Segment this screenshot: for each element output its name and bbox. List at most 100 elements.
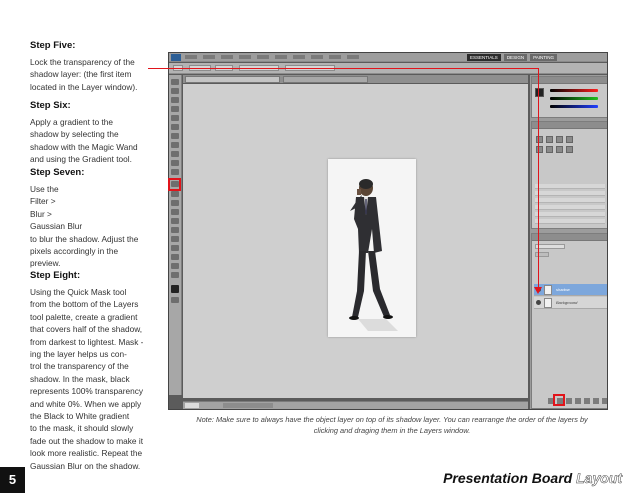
blend-mode-dropdown[interactable] <box>535 244 565 249</box>
hand-tool-icon[interactable] <box>171 263 179 269</box>
lasso-tool-icon[interactable] <box>171 97 179 103</box>
3d-rotate-tool-icon[interactable] <box>171 245 179 251</box>
color-balance-icon[interactable] <box>556 146 563 153</box>
type-tool-icon[interactable] <box>171 218 179 224</box>
new-layer-icon[interactable] <box>593 398 599 404</box>
menu-item[interactable] <box>239 55 251 59</box>
quick-mask-icon[interactable] <box>171 297 179 303</box>
step-title: Step Eight: <box>30 270 81 281</box>
layer-thumbnail <box>544 298 552 308</box>
document-tabs <box>183 75 528 83</box>
document-tab[interactable] <box>283 76 368 83</box>
photoshop-logo <box>171 54 181 61</box>
panel-header[interactable] <box>532 77 607 84</box>
step-text: Lock the transparency of the shadow laye… <box>30 57 138 92</box>
page-number: 5 <box>0 467 25 493</box>
step-text: Apply a gradient to the shadow by select… <box>30 117 138 165</box>
menu-item[interactable] <box>185 55 197 59</box>
layer-thumbnail <box>544 285 552 295</box>
arrow-down-icon <box>534 287 542 294</box>
note-text: Note: Make sure to always have the objec… <box>196 415 588 435</box>
tools-panel <box>169 75 182 395</box>
curves-icon[interactable] <box>556 136 563 143</box>
layers-panel: shadow Background <box>531 233 607 409</box>
path-selection-tool-icon[interactable] <box>171 227 179 233</box>
footer-title-faded: Layout <box>576 470 622 487</box>
black-white-icon[interactable] <box>566 146 573 153</box>
adjustments-panel <box>531 121 607 229</box>
zoom-level-field[interactable] <box>185 403 199 408</box>
healing-brush-tool-icon[interactable] <box>171 133 179 139</box>
layer-row-shadow[interactable]: shadow <box>534 284 607 296</box>
adjustment-layer-icon[interactable] <box>575 398 581 404</box>
eraser-tool-icon[interactable] <box>171 169 179 175</box>
menu-item[interactable] <box>347 55 359 59</box>
green-slider[interactable] <box>550 97 598 100</box>
callout-line <box>148 68 538 69</box>
menu-item[interactable] <box>311 55 323 59</box>
add-mask-icon[interactable] <box>566 398 572 404</box>
new-group-icon[interactable] <box>584 398 590 404</box>
shape-tool-icon[interactable] <box>171 236 179 242</box>
zoom-tool-icon[interactable] <box>171 272 179 278</box>
workspace-design[interactable]: DESIGN <box>503 54 528 61</box>
adjustment-preset[interactable] <box>535 212 605 217</box>
photoshop-screenshot: ESSENTIALS DESIGN PAINTING shadow Backgr… <box>168 52 608 410</box>
layer-row-background[interactable]: Background <box>534 297 607 309</box>
exposure-icon[interactable] <box>566 136 573 143</box>
pen-tool-icon[interactable] <box>171 209 179 215</box>
menu-item[interactable] <box>221 55 233 59</box>
document-tab[interactable] <box>185 76 280 83</box>
highlight-mask-button <box>553 394 565 406</box>
canvas-area[interactable] <box>183 84 528 398</box>
step-title: Step Six: <box>30 100 71 111</box>
brush-tool-icon[interactable] <box>171 142 179 148</box>
adjustment-preset[interactable] <box>535 184 605 189</box>
levels-icon[interactable] <box>546 136 553 143</box>
adjustment-preset[interactable] <box>535 191 605 196</box>
menu-item[interactable] <box>257 55 269 59</box>
menu-item[interactable] <box>329 55 341 59</box>
history-brush-tool-icon[interactable] <box>171 160 179 166</box>
menu-item[interactable] <box>275 55 287 59</box>
menu-bar: ESSENTIALS DESIGN PAINTING <box>169 53 607 62</box>
workspace-painting[interactable]: PAINTING <box>530 54 557 61</box>
workspace-switcher: ESSENTIALS DESIGN PAINTING <box>467 54 557 61</box>
document-info <box>223 403 273 408</box>
workspace-essentials[interactable]: ESSENTIALS <box>467 54 501 61</box>
eyedropper-tool-icon[interactable] <box>171 124 179 130</box>
move-tool-icon[interactable] <box>171 79 179 85</box>
adjustment-preset[interactable] <box>535 205 605 210</box>
delete-layer-icon[interactable] <box>602 398 607 404</box>
blue-slider[interactable] <box>550 105 598 108</box>
visibility-eye-icon[interactable] <box>536 300 541 305</box>
adjustment-preset[interactable] <box>535 198 605 203</box>
red-slider[interactable] <box>550 89 598 92</box>
step-text: Use the Filter > Blur > Gaussian Blur to… <box>30 184 139 269</box>
magic-wand-tool-icon[interactable] <box>171 106 179 112</box>
crop-tool-icon[interactable] <box>171 115 179 121</box>
layer-name: Background <box>556 300 578 305</box>
step-title: Step Seven: <box>30 167 85 178</box>
status-bar <box>183 401 528 409</box>
footer-title-main: Presentation Board <box>443 470 573 486</box>
menu-item[interactable] <box>203 55 215 59</box>
dodge-tool-icon[interactable] <box>171 200 179 206</box>
foreground-color-swatch[interactable] <box>171 285 179 293</box>
highlight-gradient-tool <box>168 178 181 191</box>
panel-header[interactable] <box>532 234 607 241</box>
step-seven: Step Seven: Use the Filter > Blur > Gaus… <box>30 167 138 270</box>
foreground-color-icon[interactable] <box>535 88 544 97</box>
color-panel <box>531 76 607 118</box>
step-title: Step Five: <box>30 40 76 51</box>
adjustment-preset[interactable] <box>535 219 605 224</box>
blur-tool-icon[interactable] <box>171 191 179 197</box>
clone-stamp-tool-icon[interactable] <box>171 151 179 157</box>
3d-orbit-tool-icon[interactable] <box>171 254 179 260</box>
menu-items <box>185 54 359 60</box>
menu-item[interactable] <box>293 55 305 59</box>
marquee-tool-icon[interactable] <box>171 88 179 94</box>
hue-saturation-icon[interactable] <box>546 146 553 153</box>
document-canvas[interactable] <box>328 159 416 337</box>
panel-header[interactable] <box>532 122 607 129</box>
